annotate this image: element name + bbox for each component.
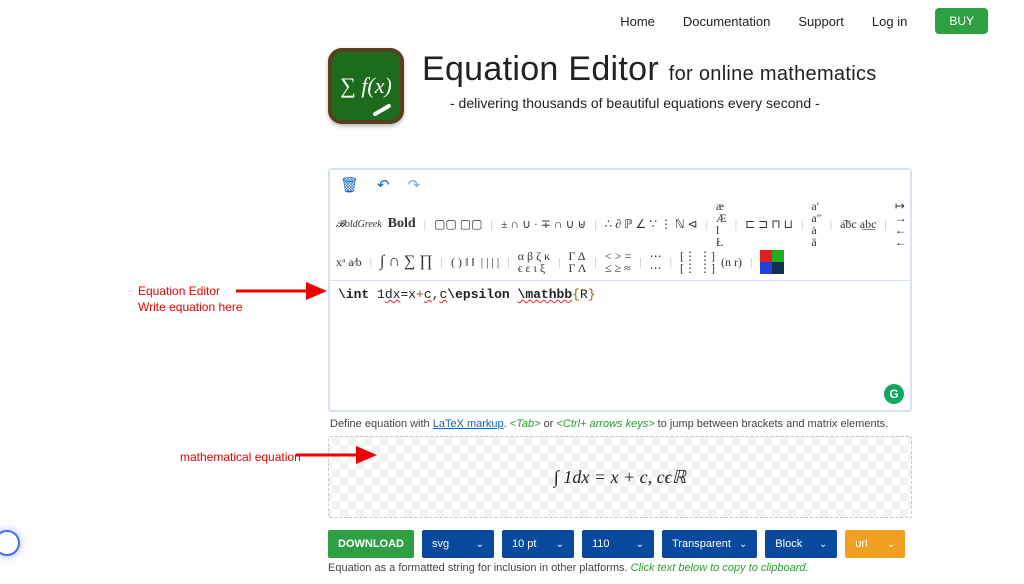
sym-frac[interactable]: xᵃ a⁄b: [336, 255, 362, 270]
sym-mat[interactable]: [⋮ ⋮] [⋮ ⋮]: [680, 250, 715, 274]
chevron-down-icon: ⌄: [887, 539, 895, 550]
sym-lang[interactable]: æ Æ l Ł: [716, 200, 727, 248]
color-dark-icon[interactable]: [772, 262, 784, 274]
sym-bars[interactable]: | | | |: [481, 255, 500, 270]
rendered-equation: ∫ 1dx = x + c, cϵℝ: [554, 467, 686, 488]
buy-button[interactable]: BUY: [935, 8, 988, 34]
url-select[interactable]: url⌄: [845, 530, 905, 558]
nav-support[interactable]: Support: [798, 14, 844, 29]
chevron-down-icon: ⌄: [636, 539, 644, 550]
chevron-down-icon: ⌄: [739, 539, 747, 550]
sym-calc[interactable]: ∴ ∂ ℙ ∠ ∵ ⋮ ℕ ⊲: [605, 217, 698, 232]
chevron-down-icon: ⌄: [556, 539, 564, 550]
sym-dots[interactable]: ⋯ ⋯: [650, 250, 662, 274]
hero-text: Equation Editor for online mathematics -…: [422, 48, 877, 111]
annotation-preview: mathematical equation: [180, 450, 301, 466]
size-select[interactable]: 10 pt⌄: [502, 530, 574, 558]
equation-preview: ∫ 1dx = x + c, cϵℝ: [328, 436, 912, 518]
sym-colors[interactable]: [760, 250, 786, 274]
sym-setops[interactable]: ± ∩ ∪ · ∓ ∩ ∪ ⊎: [501, 217, 586, 232]
top-nav: Home Documentation Support Log in BUY: [0, 0, 1024, 34]
dpi-select[interactable]: 110⌄: [582, 530, 654, 558]
background-select[interactable]: Transparent⌄: [662, 530, 757, 558]
page-title: Equation Editor for online mathematics: [422, 50, 877, 89]
symbol-palette: 𝓑oldGreek Bold | ▢▢ ▢▢ | ± ∩ ∪ · ∓ ∩ ∪ ⊎…: [330, 200, 910, 280]
anno1-line2: Write equation here: [138, 300, 243, 316]
hint-ctrl: <Ctrl+ arrows keys>: [557, 418, 655, 430]
trash-icon[interactable]: 🗑: [340, 176, 359, 194]
anno1-line1: Equation Editor: [138, 284, 243, 300]
nav-home[interactable]: Home: [620, 14, 655, 29]
annotation-arrow-1: [236, 276, 336, 306]
sym-abc[interactable]: a͠bc a͟b͟c: [840, 217, 876, 232]
sym-binom[interactable]: (n r): [721, 255, 742, 270]
latex-markup-link[interactable]: LaTeX markup: [433, 418, 504, 430]
hint-define: Define equation with LaTeX markup. <Tab>…: [330, 418, 912, 430]
sym-rel[interactable]: < > = ≤ ≥ ≈: [605, 250, 631, 274]
latex-input[interactable]: \int 1dx=x+c,c\epsilon \mathbb{R}: [330, 280, 910, 410]
hint-mid2: or: [541, 418, 557, 430]
hint-post: to jump between brackets and matrix elem…: [655, 418, 889, 430]
toolbar: 🗑 ↶ ↷: [330, 170, 910, 200]
sym-boxes[interactable]: ▢▢ ▢▢: [434, 217, 482, 232]
footer-hint: Equation as a formatted string for inclu…: [328, 562, 912, 574]
action-row: DOWNLOAD svg⌄ 10 pt⌄ 110⌄ Transparent⌄ B…: [328, 530, 912, 558]
title-main: Equation Editor: [422, 50, 659, 88]
assistive-widget-icon[interactable]: [0, 530, 20, 556]
editor-panel: 🗑 ↶ ↷ 𝓑oldGreek Bold | ▢▢ ▢▢ | ± ∩ ∪ · ∓…: [328, 168, 912, 412]
nav-login[interactable]: Log in: [872, 14, 907, 29]
sym-boldgreek[interactable]: 𝓑oldGreek: [336, 219, 382, 230]
redo-icon[interactable]: ↷: [408, 176, 421, 194]
chevron-down-icon: ⌄: [476, 539, 484, 550]
color-blue-icon[interactable]: [760, 262, 772, 274]
sym-sq[interactable]: ⊏ ⊐ ⊓ ⊔: [745, 217, 793, 232]
hint-pre: Define equation with: [330, 418, 433, 430]
annotation-editor: Equation Editor Write equation here: [138, 284, 243, 315]
undo-icon[interactable]: ↶: [377, 176, 390, 194]
sym-primes[interactable]: a′ a″ ȧ ä: [811, 200, 821, 248]
format-select[interactable]: svg⌄: [422, 530, 494, 558]
symbol-row-2: xᵃ a⁄b | ∫ ∩ ∑ ∏ | ( ) ‖ ‖ | | | | | α β…: [336, 250, 904, 274]
sym-delims[interactable]: ( ) ‖ ‖: [451, 255, 475, 270]
download-button[interactable]: DOWNLOAD: [328, 530, 414, 558]
sym-bigops[interactable]: ∫ ∩ ∑ ∏: [380, 253, 433, 271]
symbol-row-1: 𝓑oldGreek Bold | ▢▢ ▢▢ | ± ∩ ∪ · ∓ ∩ ∪ ⊎…: [336, 200, 904, 248]
title-sub: for online mathematics: [669, 63, 877, 85]
latex-input-wrap: \int 1dx=x+c,c\epsilon \mathbb{R} G: [330, 280, 910, 410]
app-logo: ∑ f(x): [328, 48, 404, 124]
hint-tab: <Tab>: [510, 418, 541, 430]
sym-sets[interactable]: Γ Δ Γ Λ: [569, 250, 587, 274]
display-select[interactable]: Block⌄: [765, 530, 837, 558]
anno2: mathematical equation: [180, 450, 301, 464]
sym-arrows[interactable]: ↦ → ← ←: [895, 200, 907, 248]
hero: ∑ f(x) Equation Editor for online mathem…: [328, 48, 1024, 124]
grammarly-badge-icon[interactable]: G: [884, 384, 904, 404]
tagline: - delivering thousands of beautiful equa…: [450, 95, 877, 111]
main-column: 🗑 ↶ ↷ 𝓑oldGreek Bold | ▢▢ ▢▢ | ± ∩ ∪ · ∓…: [328, 168, 912, 574]
sym-greek[interactable]: α β ζ κ ϵ ε ι ξ: [518, 250, 550, 274]
footer-green: Click text below to copy to clipboard.: [631, 562, 809, 574]
nav-docs[interactable]: Documentation: [683, 14, 770, 29]
sym-bold[interactable]: Bold: [388, 216, 416, 232]
footer-pre: Equation as a formatted string for inclu…: [328, 562, 631, 574]
chevron-down-icon: ⌄: [819, 539, 827, 550]
color-green-icon[interactable]: [772, 250, 784, 262]
color-red-icon[interactable]: [760, 250, 772, 262]
